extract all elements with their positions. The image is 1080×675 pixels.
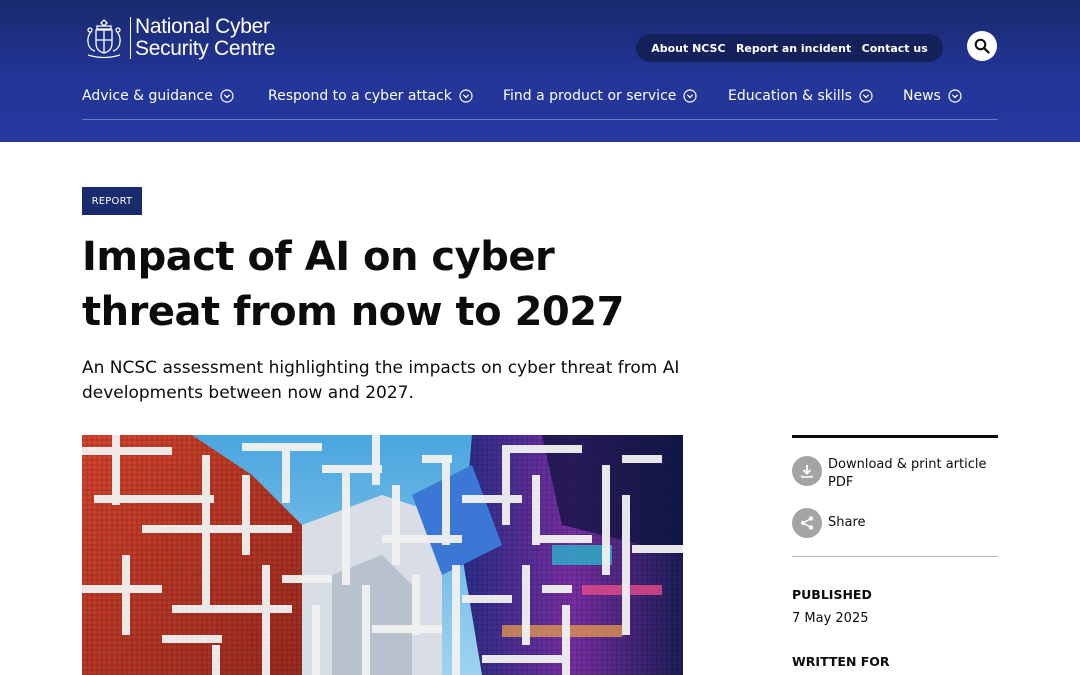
search-button[interactable] xyxy=(967,31,997,61)
nav-item-label: Education & skills xyxy=(728,88,852,104)
nav-item-label: Respond to a cyber attack xyxy=(268,88,452,104)
content-type-tag: REPORT xyxy=(82,187,142,215)
chevron-down-icon xyxy=(220,89,234,103)
page-title-line-2: threat from now to 2027 xyxy=(82,289,624,335)
share-button[interactable]: Share xyxy=(792,508,998,538)
written-for-label: WRITTEN FOR xyxy=(792,654,890,669)
download-label-line-2: PDF xyxy=(828,475,854,490)
nav-item-label: Advice & guidance xyxy=(82,88,213,104)
chevron-down-icon xyxy=(683,89,697,103)
chevron-down-icon xyxy=(459,89,473,103)
published-label: PUBLISHED xyxy=(792,587,872,602)
utility-nav: About NCSC Report an incident Contact us xyxy=(636,34,943,62)
utility-link-about[interactable]: About NCSC xyxy=(651,42,725,55)
utility-link-report-incident[interactable]: Report an incident xyxy=(736,42,851,55)
download-label-line-1: Download & print article xyxy=(828,457,987,472)
nav-item-find-product[interactable]: Find a product or service xyxy=(503,88,697,104)
utility-link-contact[interactable]: Contact us xyxy=(862,42,928,55)
hero-image xyxy=(82,435,683,675)
summary-line-1: An NCSC assessment highlighting the impa… xyxy=(82,358,680,378)
brand-line-2: Security Centre xyxy=(135,37,276,60)
ncsc-logo[interactable]: National Cyber Security Centre xyxy=(82,15,276,60)
search-icon xyxy=(974,38,990,54)
share-label: Share xyxy=(828,515,866,530)
site-header: National Cyber Security Centre About NCS… xyxy=(0,0,1080,142)
page-title: Impact of AI on cyber threat from now to… xyxy=(82,230,642,340)
chevron-down-icon xyxy=(859,89,873,103)
sidebar-divider xyxy=(792,435,998,438)
nav-item-advice-guidance[interactable]: Advice & guidance xyxy=(82,88,234,104)
download-pdf-link[interactable]: Download & print article PDF xyxy=(792,456,998,492)
main-nav: Advice & guidance Respond to a cyber att… xyxy=(82,86,998,120)
download-icon xyxy=(792,456,822,486)
nav-item-news[interactable]: News xyxy=(903,88,962,104)
nav-item-label: News xyxy=(903,88,941,104)
nav-item-respond-attack[interactable]: Respond to a cyber attack xyxy=(268,88,473,104)
published-date: 7 May 2025 xyxy=(792,611,869,626)
chevron-down-icon xyxy=(948,89,962,103)
download-label: Download & print article PDF xyxy=(828,456,986,492)
abstract-ai-cityscape-image xyxy=(82,435,683,675)
brand-name: National Cyber Security Centre xyxy=(135,15,276,60)
article-sidebar: Download & print article PDF Share PUBLI… xyxy=(792,435,998,669)
summary-line-2: developments between now and 2027. xyxy=(82,383,414,403)
sidebar-rule xyxy=(792,556,998,557)
share-icon xyxy=(792,508,822,538)
nav-item-education-skills[interactable]: Education & skills xyxy=(728,88,873,104)
article-summary: An NCSC assessment highlighting the impa… xyxy=(82,356,682,406)
royal-crest-icon xyxy=(87,19,121,59)
nav-item-label: Find a product or service xyxy=(503,88,677,104)
logo-divider xyxy=(130,17,131,59)
brand-line-1: National Cyber xyxy=(135,15,270,38)
page-title-line-1: Impact of AI on cyber xyxy=(82,234,555,280)
